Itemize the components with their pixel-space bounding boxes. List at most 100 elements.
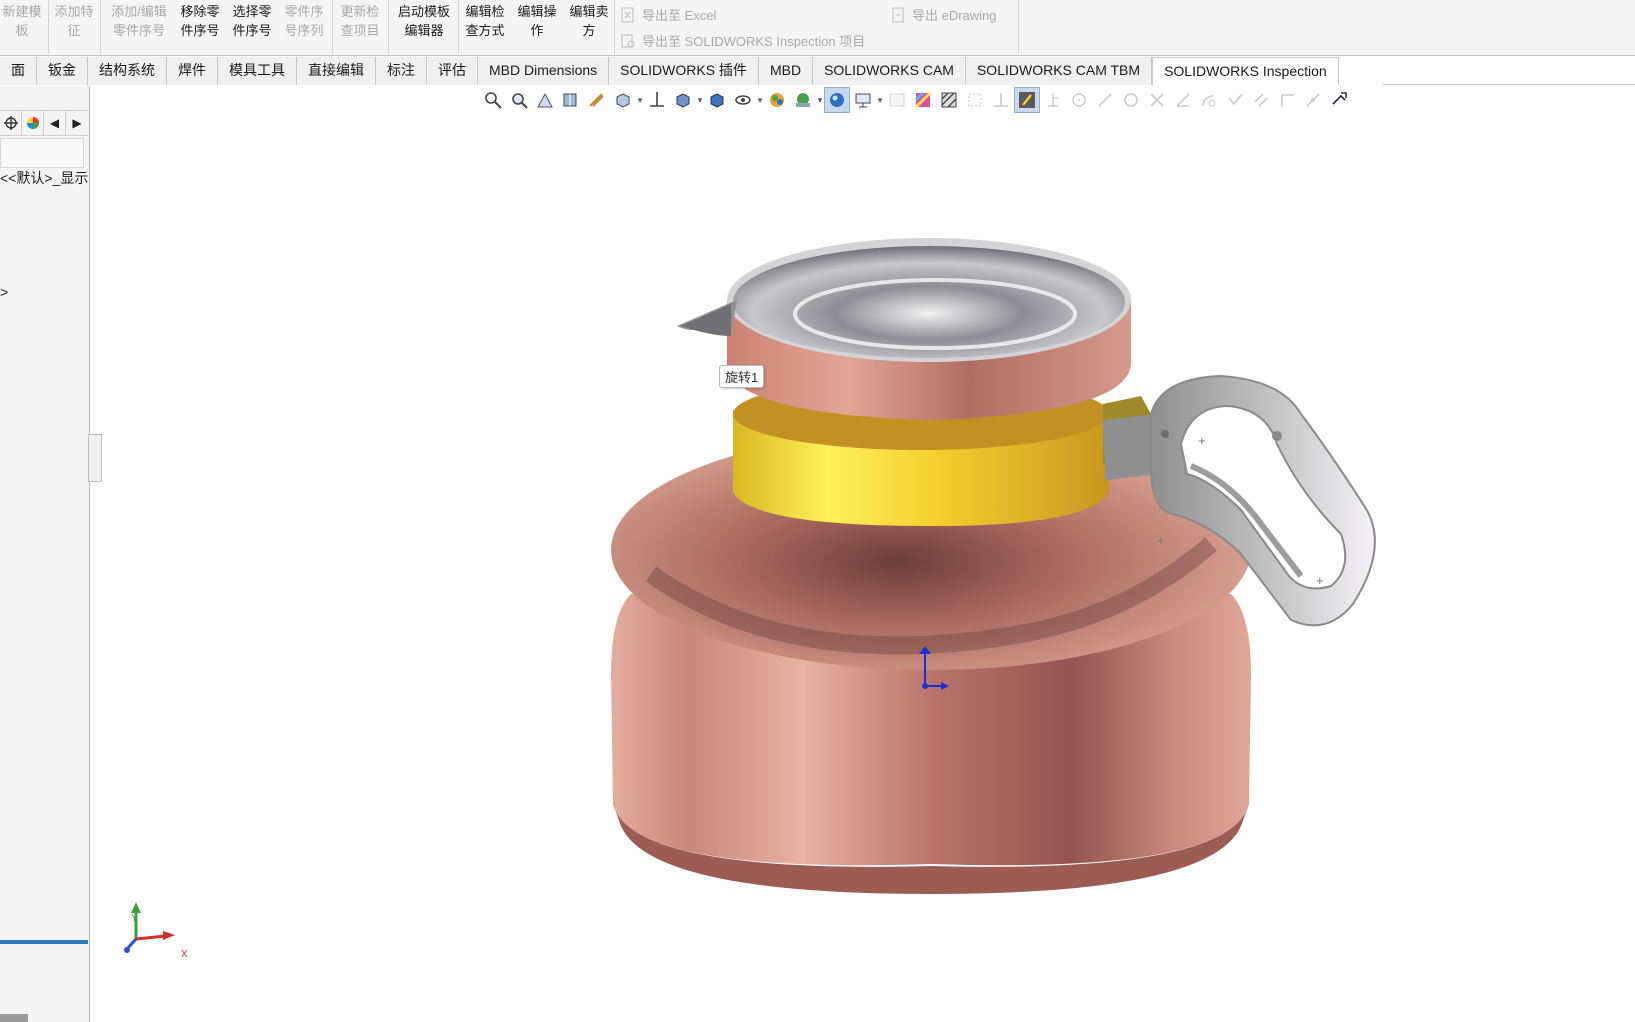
edit-operation-button[interactable]: 编辑操作 bbox=[514, 0, 560, 50]
line-tool-icon[interactable] bbox=[1092, 87, 1118, 113]
tab-2[interactable]: 结构系统 bbox=[88, 57, 167, 85]
tab-4[interactable]: 模具工具 bbox=[218, 57, 297, 85]
dropdown-arrow-icon[interactable]: ▾ bbox=[636, 95, 644, 106]
launch-template-editor-button[interactable]: 启动模板 编辑器 bbox=[392, 0, 456, 50]
tab-11[interactable]: SOLIDWORKS CAM bbox=[813, 57, 966, 85]
kettle-model[interactable]: + + + bbox=[91, 114, 1635, 1022]
tab-10[interactable]: MBD bbox=[758, 57, 814, 85]
edit-appearance-icon[interactable] bbox=[764, 87, 790, 113]
tab-1[interactable]: 钣金 bbox=[37, 57, 88, 85]
edrawing-icon bbox=[892, 7, 904, 22]
export-project-label: 导出至 SOLIDWORKS Inspection 项目 bbox=[642, 34, 866, 49]
tab-scroll-left-button[interactable]: ◀ bbox=[44, 111, 66, 135]
horizontal-scrollbar[interactable] bbox=[0, 1014, 28, 1022]
realview-graphics-icon[interactable] bbox=[824, 87, 850, 113]
export-inspection-project-button[interactable]: 导出至 SOLIDWORKS Inspection 项目 bbox=[620, 31, 865, 50]
arrow-right-icon: ▶ bbox=[72, 116, 82, 130]
point-mark: + bbox=[1198, 433, 1206, 448]
curvature-icon[interactable] bbox=[936, 87, 962, 113]
export-edrawing-label: 导出 eDrawing bbox=[912, 8, 997, 23]
sketch-tool-icon[interactable] bbox=[1014, 87, 1040, 113]
select-balloon-button[interactable]: 选择零 件序号 bbox=[228, 0, 276, 50]
trim-tool-icon[interactable] bbox=[1144, 87, 1170, 113]
ribbon-separator bbox=[48, 0, 49, 54]
check-tool-icon[interactable] bbox=[1222, 87, 1248, 113]
tab-8[interactable]: MBD Dimensions bbox=[478, 57, 610, 85]
tab-6[interactable]: 标注 bbox=[376, 57, 427, 85]
panel-filter-box[interactable] bbox=[0, 138, 84, 168]
panel-toolbar: ◀ ▶ bbox=[0, 110, 88, 136]
dropdown-arrow-icon[interactable]: ▾ bbox=[816, 95, 824, 106]
pin-icon[interactable] bbox=[1040, 87, 1066, 113]
ribbon-separator bbox=[614, 0, 615, 54]
remove-balloon-button[interactable]: 移除零 件序号 bbox=[176, 0, 224, 50]
zoom-to-fit-icon[interactable] bbox=[480, 87, 506, 113]
dropdown-arrow-icon[interactable]: ▾ bbox=[696, 95, 704, 106]
edit-vendor-button[interactable]: 编辑卖方 bbox=[566, 0, 612, 50]
tab-scroll-right-button[interactable]: ▶ bbox=[66, 111, 88, 135]
update-characteristics-button[interactable]: 更新检 查项目 bbox=[336, 0, 384, 50]
view-settings-icon[interactable] bbox=[850, 87, 876, 113]
apply-scene-icon[interactable] bbox=[790, 87, 816, 113]
triad-y-label: Y bbox=[131, 913, 138, 924]
inspection-project-icon bbox=[621, 34, 635, 47]
slash-tool-icon[interactable] bbox=[1248, 87, 1274, 113]
export-excel-button[interactable]: 导出至 Excel bbox=[620, 5, 716, 24]
graphics-viewport[interactable]: + + + 旋转1 Y X bbox=[91, 114, 1635, 1022]
dropdown-arrow-icon[interactable]: ▾ bbox=[876, 95, 884, 106]
tab-3[interactable]: 焊件 bbox=[167, 57, 218, 85]
angle-tool-icon[interactable] bbox=[1170, 87, 1196, 113]
tree-item[interactable]: > bbox=[0, 284, 8, 300]
previous-view-icon[interactable] bbox=[532, 87, 558, 113]
zebra-stripes-icon[interactable] bbox=[910, 87, 936, 113]
view-orientation-icon[interactable] bbox=[610, 87, 636, 113]
hide-show-items-icon[interactable] bbox=[730, 87, 756, 113]
dimxpert-tab[interactable] bbox=[0, 111, 22, 135]
tab-7[interactable]: 评估 bbox=[427, 57, 478, 85]
ribbon-separator bbox=[458, 0, 459, 54]
tab-13[interactable]: SOLIDWORKS Inspection bbox=[1152, 57, 1339, 85]
tab-9[interactable]: SOLIDWORKS 插件 bbox=[609, 57, 759, 85]
tab-0[interactable]: 面 bbox=[0, 57, 37, 85]
edit-inspection-method-button[interactable]: 编辑检 查方式 bbox=[462, 0, 508, 50]
display-style-icon[interactable] bbox=[670, 87, 696, 113]
triad-view-icon[interactable] bbox=[644, 87, 670, 113]
dropdown-arrow-icon[interactable]: ▾ bbox=[756, 95, 764, 106]
corner-tool-icon[interactable] bbox=[1274, 87, 1300, 113]
point-mark: + bbox=[1316, 573, 1324, 588]
arrow-left-icon: ◀ bbox=[49, 116, 60, 130]
circle-outline-icon[interactable] bbox=[1118, 87, 1144, 113]
excel-icon bbox=[621, 7, 634, 22]
perpendicular-icon[interactable] bbox=[988, 87, 1014, 113]
shaded-display-icon[interactable] bbox=[704, 87, 730, 113]
command-manager-ribbon: 新建模板 添加特征 添加/编辑 零件序号 移除零 件序号 选择零 件序号 零件序 号序列… bbox=[0, 0, 1635, 56]
new-template-button[interactable]: 新建模板 bbox=[0, 0, 44, 50]
circle-tool-icon[interactable] bbox=[1066, 87, 1092, 113]
dynamic-annotation-icon[interactable] bbox=[584, 87, 610, 113]
command-manager-tabs: 面钣金 结构系统 焊件 模具工具 直接编辑 标注 评估 MBD Dimensions SOLID… bbox=[0, 57, 1339, 85]
point-mark: + bbox=[1157, 533, 1165, 548]
kettle-lid[interactable] bbox=[677, 238, 1131, 420]
feature-tooltip: 旋转1 bbox=[719, 365, 765, 388]
add-edit-balloon-button[interactable]: 添加/编辑 零件序号 bbox=[106, 0, 172, 50]
export-edrawing-button[interactable]: 导出 eDrawing bbox=[890, 5, 997, 24]
add-feature-button[interactable]: 添加特征 bbox=[52, 0, 96, 50]
balloon-sequence-button[interactable]: 零件序 号序列 bbox=[280, 0, 328, 50]
draft-analysis-icon[interactable] bbox=[962, 87, 988, 113]
rotate-view-icon[interactable] bbox=[1326, 87, 1352, 113]
ribbon-separator bbox=[388, 0, 389, 54]
shadows-icon[interactable] bbox=[884, 87, 910, 113]
display-manager-tab[interactable] bbox=[22, 111, 44, 135]
bend-tool-icon[interactable] bbox=[1300, 87, 1326, 113]
tab-5[interactable]: 直接编辑 bbox=[297, 57, 376, 85]
tab-12[interactable]: SOLIDWORKS CAM TBM bbox=[965, 57, 1153, 85]
ribbon-separator bbox=[1018, 0, 1019, 54]
configuration-label: <<默认>_显示 bbox=[0, 170, 89, 186]
arc-tool-icon[interactable] bbox=[1196, 87, 1222, 113]
ribbon-separator bbox=[100, 0, 101, 54]
color-wheel-icon bbox=[26, 117, 39, 129]
export-excel-label: 导出至 Excel bbox=[642, 8, 717, 23]
zoom-to-area-icon[interactable] bbox=[506, 87, 532, 113]
section-view-icon[interactable] bbox=[558, 87, 584, 113]
panel-progress-bar bbox=[0, 940, 88, 944]
